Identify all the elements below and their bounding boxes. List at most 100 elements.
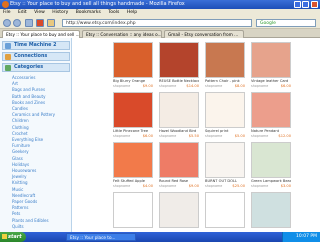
tab-gmail[interactable]: Gmail - Etsy conversation from ... — [164, 30, 244, 38]
tab-etsy-home[interactable]: Etsy :: Your place to buy and sell ... — [2, 30, 80, 38]
sidebar-header-connections[interactable]: Connections — [2, 52, 70, 61]
listing-shop[interactable]: shopname — [251, 134, 279, 138]
sidebar-category-link[interactable]: Pets — [12, 211, 20, 217]
close-button[interactable] — [311, 1, 318, 8]
listing-title[interactable]: Round Red Rose — [159, 179, 199, 183]
sidebar-category-link[interactable]: Housewares — [12, 168, 36, 174]
listing-title[interactable]: Green Lampwork Bead — [251, 179, 291, 183]
listing-title[interactable]: Squirrel print — [205, 129, 245, 133]
search-input[interactable]: Google — [256, 19, 316, 27]
listing-shop[interactable]: shopname — [159, 184, 187, 188]
sidebar-category-link[interactable]: Quilts — [12, 224, 24, 230]
listing-thumbnail[interactable] — [159, 42, 199, 78]
sidebar-header-categories[interactable]: Categories — [2, 63, 70, 72]
url-bar[interactable]: http://www.etsy.com/index.php — [62, 19, 252, 27]
home-button[interactable] — [47, 19, 55, 27]
listing-card[interactable]: Round Red Rose shopname $9.00 — [159, 142, 199, 190]
sidebar-category-link[interactable]: Crochet — [12, 131, 28, 137]
listing-title[interactable]: Hazel Woodland Bird — [159, 129, 199, 133]
sidebar-category-link[interactable]: Clothing — [12, 125, 29, 131]
stop-button[interactable] — [36, 19, 44, 27]
listing-shop[interactable]: shopname — [251, 84, 279, 88]
menu-edit[interactable]: Edit — [18, 10, 27, 15]
listing-thumbnail[interactable] — [113, 92, 153, 128]
listing-thumbnail[interactable] — [159, 92, 199, 128]
listing-thumbnail[interactable] — [205, 192, 245, 228]
listing-shop[interactable]: shopname — [205, 184, 233, 188]
listing-card[interactable]: Green Lampwork Bead shopname $3.00 — [251, 142, 291, 190]
sidebar-category-link[interactable]: Candles — [12, 106, 28, 112]
sidebar-category-link[interactable]: Geekery — [12, 149, 29, 155]
menu-bookmarks[interactable]: Bookmarks — [76, 10, 101, 15]
listing-shop[interactable]: shopname — [113, 184, 141, 188]
taskbar-item-firefox[interactable]: Etsy :: Your place to... — [66, 233, 136, 241]
sidebar-category-link[interactable]: Ceramics and Pottery — [12, 112, 55, 118]
listing-title[interactable]: Little Pinecone Tree — [113, 129, 153, 133]
start-button[interactable]: start — [0, 232, 26, 242]
sidebar-category-link[interactable]: Children — [12, 118, 29, 124]
sidebar-category-link[interactable]: Bags and Purses — [12, 87, 45, 93]
listing-thumbnail[interactable] — [113, 42, 153, 78]
listing-thumbnail[interactable] — [251, 92, 291, 128]
sidebar-category-link[interactable]: Jewelry — [12, 174, 27, 180]
sidebar-header-time-machine[interactable]: Time Machine 2 — [2, 41, 70, 50]
sidebar-category-link[interactable]: Furniture — [12, 143, 30, 149]
tab-etsy-conversation[interactable]: Etsy :: Conversation :: any ideas o... — [82, 30, 162, 38]
menu-help[interactable]: Help — [127, 10, 137, 15]
listing-title[interactable]: Pattern Chair - pink — [205, 79, 245, 83]
sidebar-category-link[interactable]: Art — [12, 81, 18, 87]
menu-tools[interactable]: Tools — [108, 10, 119, 15]
listing-thumbnail[interactable] — [251, 142, 291, 178]
listing-thumbnail[interactable] — [251, 192, 291, 228]
listing-thumbnail[interactable] — [205, 142, 245, 178]
listing-title[interactable]: Nature Pendant — [251, 129, 291, 133]
sidebar-category-link[interactable]: Accessories — [12, 75, 35, 81]
reload-button[interactable] — [25, 19, 33, 27]
sidebar-category-link[interactable]: Paper Goods — [12, 199, 37, 205]
listing-thumbnail[interactable] — [113, 192, 153, 228]
listing-thumbnail[interactable] — [205, 42, 245, 78]
sidebar-category-link[interactable]: Plants and Edibles — [12, 218, 49, 224]
listing-shop[interactable]: shopname — [159, 84, 187, 88]
sidebar-category-link[interactable]: Music — [12, 187, 23, 193]
listing-shop[interactable]: shopname — [205, 84, 233, 88]
listing-shop[interactable]: shopname — [113, 134, 141, 138]
listing-shop[interactable]: shopname — [205, 134, 233, 138]
sidebar-category-link[interactable]: Bath and Beauty — [12, 94, 46, 100]
listing-thumbnail[interactable] — [205, 92, 245, 128]
listing-card[interactable]: Nature Pendant shopname $12.00 — [251, 92, 291, 140]
sidebar-category-link[interactable]: Holidays — [12, 162, 29, 168]
listing-card[interactable]: Squirrel print shopname $5.00 — [205, 92, 245, 140]
listing-thumbnail[interactable] — [159, 192, 199, 228]
listing-card[interactable]: Pattern Chair - pink shopname $8.00 — [205, 42, 245, 90]
menu-view[interactable]: View — [34, 10, 45, 15]
listing-card[interactable]: REUSE Bottle Necklace shopname $14.00 — [159, 42, 199, 90]
listing-card[interactable]: Big Blurry Orange shopname $9.00 — [113, 42, 153, 90]
sidebar-category-link[interactable]: Books and Zines — [12, 100, 45, 106]
listing-shop[interactable]: shopname — [251, 184, 279, 188]
sidebar-category-link[interactable]: Glass — [12, 156, 23, 162]
minimize-button[interactable] — [294, 1, 301, 8]
listing-card[interactable]: BURNT OUT DOLL shopname $25.00 — [205, 142, 245, 190]
sidebar-category-link[interactable]: Needlecraft — [12, 193, 35, 199]
listing-card[interactable]: Vintage leather Card shopname $6.00 — [251, 42, 291, 90]
listing-title[interactable]: Big Blurry Orange — [113, 79, 153, 83]
menu-file[interactable]: File — [3, 10, 11, 15]
listing-thumbnail[interactable] — [159, 142, 199, 178]
listing-thumbnail[interactable] — [251, 42, 291, 78]
listing-title[interactable]: BURNT OUT DOLL — [205, 179, 245, 183]
sidebar-category-link[interactable]: Knitting — [12, 180, 28, 186]
back-button[interactable] — [3, 19, 11, 27]
listing-card[interactable]: Little Pinecone Tree shopname $6.00 — [113, 92, 153, 140]
listing-thumbnail[interactable] — [113, 142, 153, 178]
forward-button[interactable] — [13, 19, 21, 27]
listing-card[interactable]: Hazel Woodland Bird shopname $5.50 — [159, 92, 199, 140]
listing-title[interactable]: Vintage leather Card — [251, 79, 291, 83]
menu-history[interactable]: History — [52, 10, 68, 15]
listing-title[interactable]: REUSE Bottle Necklace — [159, 79, 199, 83]
listing-shop[interactable]: shopname — [159, 134, 187, 138]
sidebar-category-link[interactable]: Everything Else — [12, 137, 43, 143]
listing-shop[interactable]: shopname — [113, 84, 141, 88]
listing-title[interactable]: Felt Stuffed Apple — [113, 179, 153, 183]
listing-card[interactable]: Felt Stuffed Apple shopname $4.00 — [113, 142, 153, 190]
